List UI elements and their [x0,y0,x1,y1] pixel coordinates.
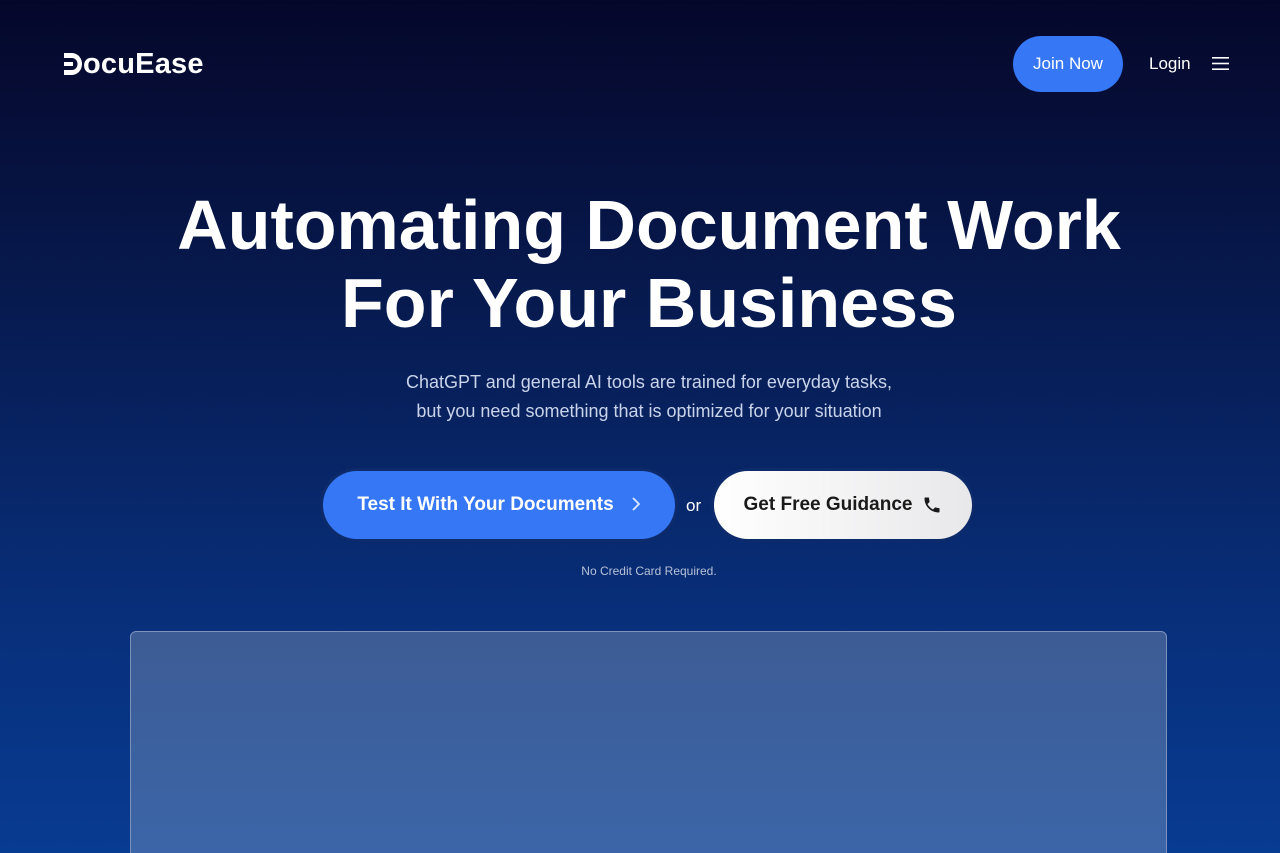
brand-name: ocuEase [83,48,204,80]
hero-title-line-1: Automating Document Work [177,186,1121,264]
test-with-documents-label: Test It With Your Documents [357,494,614,515]
hero-subtitle: ChatGPT and general AI tools are trained… [0,368,1280,426]
login-link[interactable]: Login [1149,52,1191,76]
top-navigation: ocuEase Join Now Login [0,0,1280,128]
product-preview-panel [130,631,1167,853]
get-free-guidance-label: Get Free Guidance [743,494,913,515]
phone-icon [922,495,942,515]
no-credit-card-note: No Credit Card Required. [581,564,717,578]
hero-subtitle-line-1: ChatGPT and general AI tools are trained… [406,372,892,392]
cta-row: Test It With Your Documents or Get Free … [0,471,1280,541]
hero-title-line-2: For Your Business [341,264,957,342]
join-now-button[interactable]: Join Now [1013,36,1123,92]
logo-d-mark-icon [64,53,82,75]
brand-logo[interactable]: ocuEase [64,48,204,80]
hamburger-menu-icon[interactable] [1212,55,1229,72]
test-with-documents-button[interactable]: Test It With Your Documents [323,471,675,539]
hero-subtitle-line-2: but you need something that is optimized… [416,401,882,421]
chevron-right-icon [632,495,641,516]
or-separator: or [686,496,702,515]
get-free-guidance-button[interactable]: Get Free Guidance [714,471,972,539]
hero-title: Automating Document Work For Your Busine… [0,186,1280,342]
